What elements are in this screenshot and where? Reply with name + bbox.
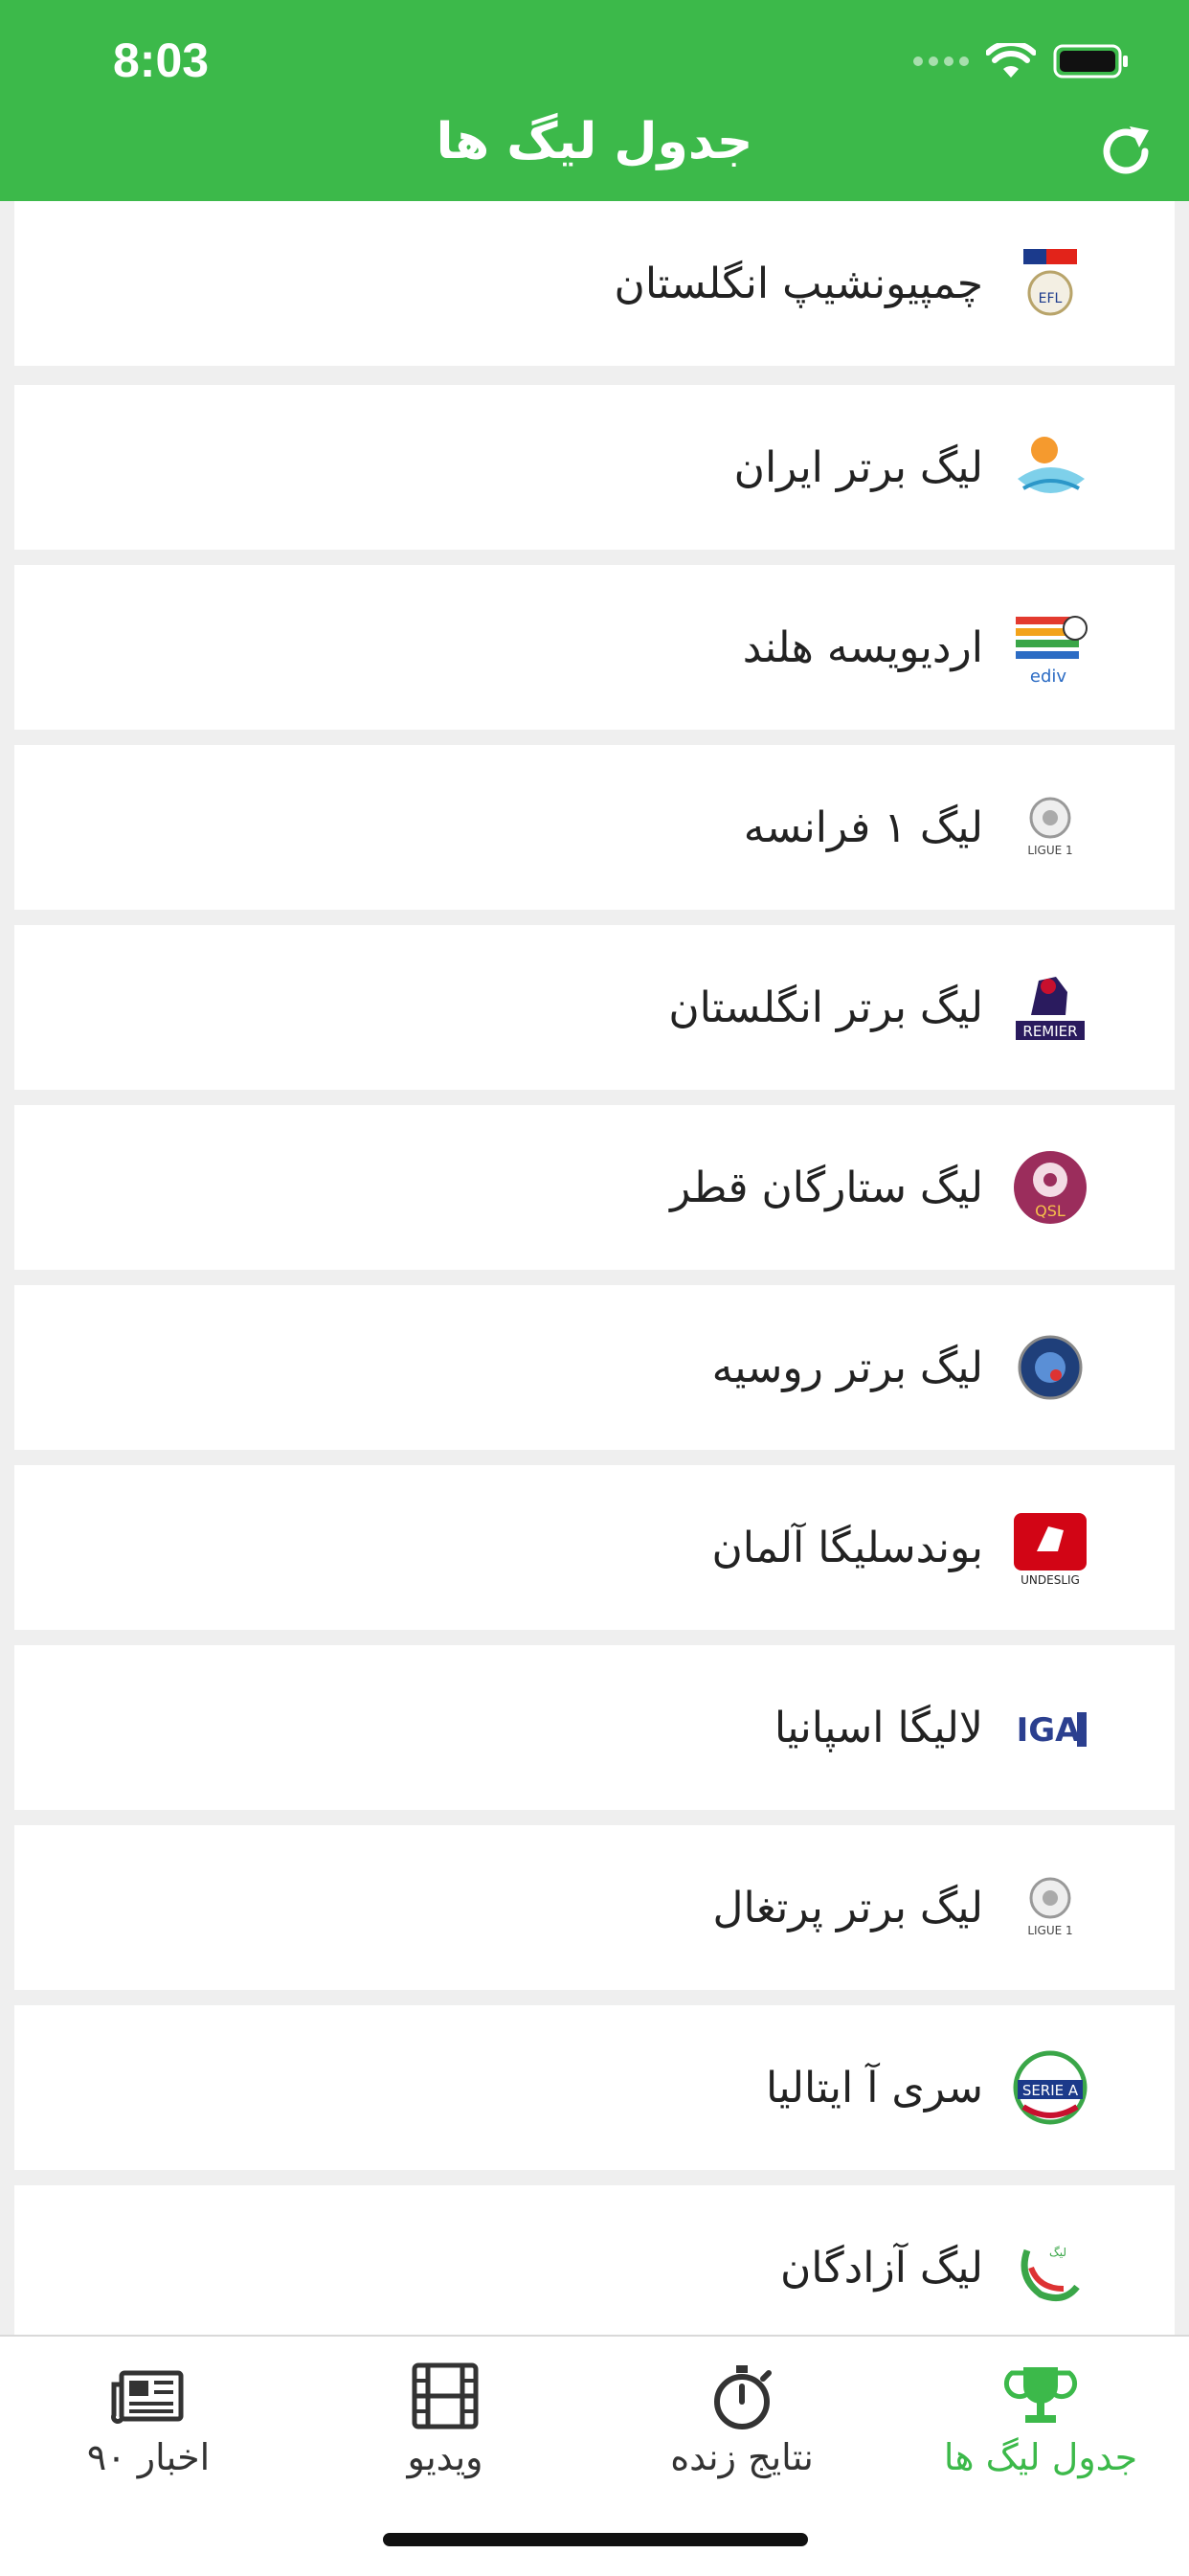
league-row[interactable]: UNDESLIG بوندسلیگا آلمان	[14, 1465, 1175, 1630]
home-indicator	[383, 2533, 808, 2546]
league-row[interactable]: لیگ لیگ آزادگان	[14, 2185, 1175, 2335]
app-header: 8:03 جدول لیگ ها	[0, 0, 1189, 201]
league-row[interactable]: لیگ برتر ایران	[14, 385, 1175, 550]
tab-newspaper[interactable]: اخبار ۹۰	[0, 2337, 297, 2490]
league-name: لیگ آزادگان	[779, 2243, 983, 2293]
svg-text:لیگ: لیگ	[1049, 2246, 1066, 2259]
league-name: سری آ ایتالیا	[765, 2063, 983, 2113]
status-time: 8:03	[113, 34, 210, 87]
liga-portugal-logo-icon: LIGUE 1	[1010, 1867, 1090, 1948]
tab-label: نتایج زنده	[670, 2436, 814, 2478]
qatar-stars-league-logo-icon: QSL	[1010, 1147, 1090, 1228]
league-row[interactable]: ediv اردیویسه هلند	[14, 565, 1175, 730]
league-row[interactable]: REMIER لیگ برتر انگلستان	[14, 925, 1175, 1090]
league-name: لالیگا اسپانیا	[774, 1703, 983, 1752]
league-row[interactable]: QSL لیگ ستارگان قطر	[14, 1105, 1175, 1270]
league-name: لیگ برتر روسیه	[711, 1343, 983, 1392]
tab-stopwatch[interactable]: نتایج زنده	[594, 2337, 890, 2490]
league-name: بوندسلیگا آلمان	[711, 1523, 983, 1572]
tab-trophy[interactable]: جدول لیگ ها	[892, 2337, 1189, 2490]
persian-gulf-league-logo-icon	[1010, 427, 1090, 508]
svg-text:ediv: ediv	[1030, 667, 1067, 687]
svg-text:LIGUE 1: LIGUE 1	[1027, 1924, 1072, 1937]
battery-icon	[1053, 44, 1128, 79]
svg-text:UNDESLIG: UNDESLIG	[1021, 1573, 1080, 1587]
league-row[interactable]: EFL چمپیونشیپ انگلستان	[14, 201, 1175, 366]
wifi-icon	[986, 43, 1036, 78]
bundesliga-logo-icon: UNDESLIG	[1010, 1507, 1090, 1588]
league-name: لیگ برتر انگلستان	[668, 983, 983, 1032]
tab-label: ویدیو	[407, 2436, 483, 2478]
svg-text:IGA: IGA	[1017, 1711, 1082, 1750]
tab-label: جدول لیگ ها	[943, 2436, 1138, 2478]
svg-text:QSL: QSL	[1035, 1202, 1066, 1220]
svg-text:SERIE A: SERIE A	[1022, 2082, 1079, 2099]
league-row[interactable]: IGA لالیگا اسپانیا	[14, 1645, 1175, 1810]
tab-film[interactable]: ویدیو	[297, 2337, 594, 2490]
svg-text:EFL: EFL	[1039, 291, 1063, 306]
trophy-icon	[1002, 2358, 1079, 2434]
svg-text:LIGUE 1: LIGUE 1	[1027, 844, 1072, 857]
league-name: لیگ برتر ایران	[733, 442, 983, 492]
premier-league-logo-icon: REMIER	[1010, 967, 1090, 1048]
svg-text:REMIER: REMIER	[1022, 1023, 1077, 1040]
film-icon	[407, 2358, 483, 2434]
stopwatch-icon	[704, 2358, 780, 2434]
status-icons	[913, 42, 1130, 80]
ligue1-logo-icon: LIGUE 1	[1010, 787, 1090, 868]
tab-label: اخبار ۹۰	[86, 2436, 211, 2478]
eredivisie-logo-icon: ediv	[1010, 607, 1090, 688]
league-row[interactable]: SERIE A سری آ ایتالیا	[14, 2005, 1175, 2170]
efl-championship-logo-icon: EFL	[1010, 243, 1090, 324]
league-name: چمپیونشیپ انگلستان	[614, 259, 983, 308]
signal-icon	[913, 56, 969, 66]
league-row[interactable]: لیگ برتر روسیه	[14, 1285, 1175, 1450]
league-list[interactable]: EFL چمپیونشیپ انگلستان لیگ برتر ایران ediv ا…	[0, 201, 1189, 2335]
league-name: اردیویسه هلند	[742, 622, 983, 672]
league-name: لیگ ۱ فرانسه	[743, 802, 983, 852]
page-title: جدول لیگ ها	[436, 113, 753, 170]
refresh-icon[interactable]	[1095, 121, 1156, 182]
league-name: لیگ ستارگان قطر	[670, 1163, 983, 1212]
serie-a-logo-icon: SERIE A	[1010, 2047, 1090, 2128]
league-row[interactable]: LIGUE 1 لیگ ۱ فرانسه	[14, 745, 1175, 910]
league-row[interactable]: LIGUE 1 لیگ برتر پرتغال	[14, 1825, 1175, 1990]
azadegan-league-logo-icon: لیگ	[1010, 2227, 1090, 2308]
laliga-logo-icon: IGA	[1010, 1687, 1090, 1768]
league-name: لیگ برتر پرتغال	[712, 1883, 983, 1932]
newspaper-icon	[110, 2358, 187, 2434]
russian-premier-league-logo-icon	[1010, 1327, 1090, 1408]
